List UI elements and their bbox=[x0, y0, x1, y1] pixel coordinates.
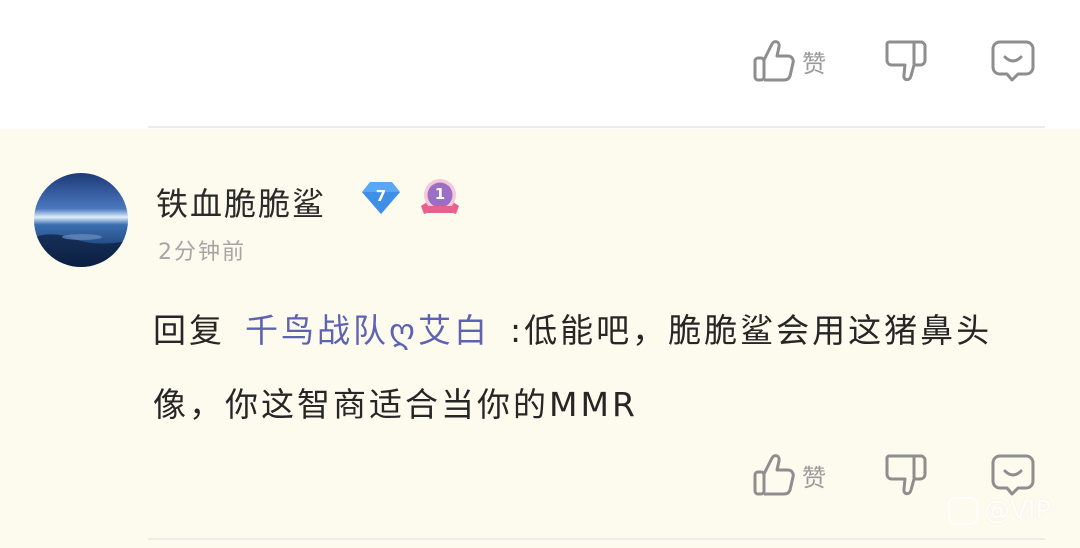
level-number: 7 bbox=[375, 187, 387, 205]
thumbs-down-icon bbox=[885, 40, 927, 82]
like-label: 赞 bbox=[802, 49, 826, 78]
thumbs-up-icon bbox=[753, 454, 795, 496]
rank-number: 1 bbox=[434, 185, 446, 203]
dislike-button[interactable] bbox=[884, 452, 928, 498]
divider bbox=[148, 126, 1045, 128]
username[interactable]: 铁血脆脆鲨 bbox=[156, 179, 326, 225]
comment-bubble-icon bbox=[991, 454, 1035, 496]
reply-button[interactable] bbox=[990, 453, 1036, 497]
comment-timestamp: 2分钟前 bbox=[158, 240, 246, 265]
reply-prefix: 回复 bbox=[153, 311, 225, 350]
avatar-image bbox=[34, 173, 128, 267]
watermark-logo-icon bbox=[948, 497, 978, 525]
comment-bubble-icon bbox=[991, 40, 1035, 82]
avatar[interactable] bbox=[34, 173, 128, 267]
thumbs-down-icon bbox=[885, 454, 927, 496]
watermark: @VIP bbox=[948, 496, 1051, 526]
watermark-text: @VIP bbox=[984, 496, 1052, 526]
dislike-button[interactable] bbox=[884, 38, 928, 84]
like-button[interactable]: 赞 bbox=[752, 452, 826, 498]
previous-comment: 赞 bbox=[0, 0, 1080, 127]
rank-badge: 1 bbox=[418, 176, 462, 220]
like-label: 赞 bbox=[802, 463, 826, 492]
comment-body: 回复 千鸟战队ღ艾白:低能吧，脆脆鲨会用这猪鼻头像，你这智商适合当你的MMR bbox=[153, 294, 1023, 442]
comment-card: 铁血脆脆鲨 7 1 2分钟前 回复 千鸟战队ღ艾白:低能吧，脆脆鲨会用这猪鼻头像，… bbox=[0, 129, 1080, 548]
previous-comment-actions: 赞 bbox=[752, 36, 1036, 86]
level-badge: 7 bbox=[361, 180, 401, 216]
comment-actions: 赞 bbox=[752, 450, 1036, 500]
divider bbox=[148, 538, 1045, 540]
mention-link[interactable]: 千鸟战队ღ艾白 bbox=[245, 311, 490, 350]
like-button[interactable]: 赞 bbox=[752, 38, 826, 84]
thumbs-up-icon bbox=[753, 40, 795, 82]
reply-button[interactable] bbox=[990, 39, 1036, 83]
